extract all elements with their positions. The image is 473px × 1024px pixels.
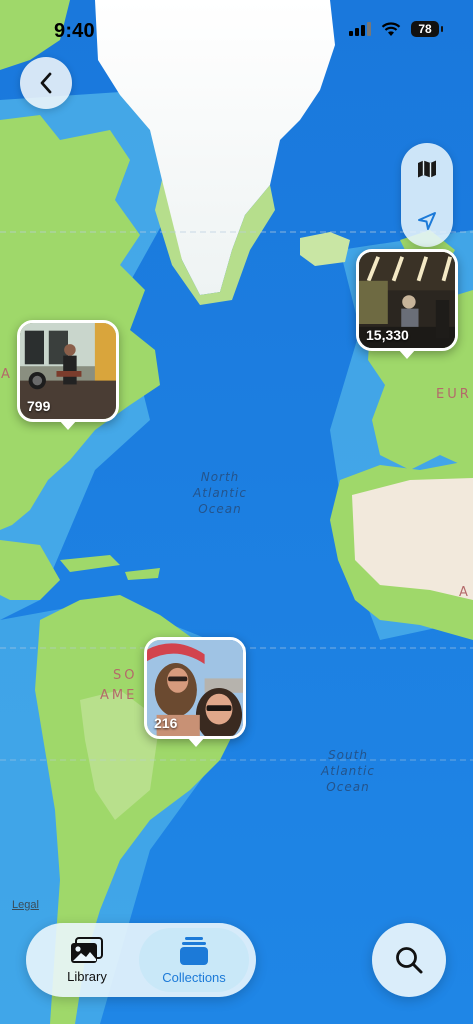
tab-collections[interactable]: Collections — [139, 928, 249, 992]
tab-bar: Library Collections — [26, 923, 256, 997]
legal-link[interactable]: Legal — [12, 899, 39, 911]
photo-count: 15,330 — [366, 327, 409, 343]
magnifying-glass-icon — [396, 947, 423, 974]
status-icons: 78 — [349, 21, 443, 37]
south-america-label-line2: AME — [100, 688, 138, 703]
photo-count: 216 — [154, 715, 178, 731]
photos-map-screen: North Atlantic Ocean South Atlantic Ocea… — [0, 0, 473, 1024]
tab-collections-label: Collections — [162, 969, 226, 985]
europe-label: EUR — [436, 387, 472, 402]
search-button[interactable] — [372, 923, 446, 997]
status-time: 9:40 — [54, 20, 95, 42]
photo-pin-north-america[interactable]: 799 — [17, 320, 119, 422]
photo-stack-icon — [71, 936, 103, 963]
location-arrow-icon — [418, 212, 436, 230]
battery-indicator: 78 — [411, 21, 443, 37]
south-atlantic-ocean-label: South Atlantic Ocean — [321, 748, 375, 794]
back-button[interactable] — [20, 57, 72, 109]
status-bar: 9:40 78 — [0, 0, 473, 56]
chevron-left-icon — [40, 72, 52, 94]
battery-level: 78 — [418, 22, 432, 36]
pin-pointer — [59, 420, 77, 430]
wifi-icon — [381, 21, 401, 36]
photo-pin-south-america[interactable]: 216 — [144, 637, 246, 739]
map-controls — [401, 143, 453, 247]
current-location-button[interactable] — [401, 195, 453, 247]
tab-library[interactable]: Library — [32, 928, 142, 992]
pin-pointer — [398, 349, 416, 359]
photo-count: 799 — [27, 398, 51, 414]
north-atlantic-ocean-label: North Atlantic Ocean — [193, 470, 247, 516]
south-america-label-line1: SO — [113, 668, 138, 683]
pin-pointer — [187, 737, 205, 747]
collections-stack-icon — [180, 936, 208, 965]
photo-pin-europe[interactable]: 15,330 — [356, 249, 458, 351]
tab-library-label: Library — [67, 968, 107, 984]
america-edge-label: A — [1, 367, 13, 382]
map-icon — [418, 160, 436, 178]
cellular-signal-icon — [349, 22, 371, 36]
map-mode-button[interactable] — [401, 143, 453, 195]
africa-label: A — [459, 585, 471, 600]
